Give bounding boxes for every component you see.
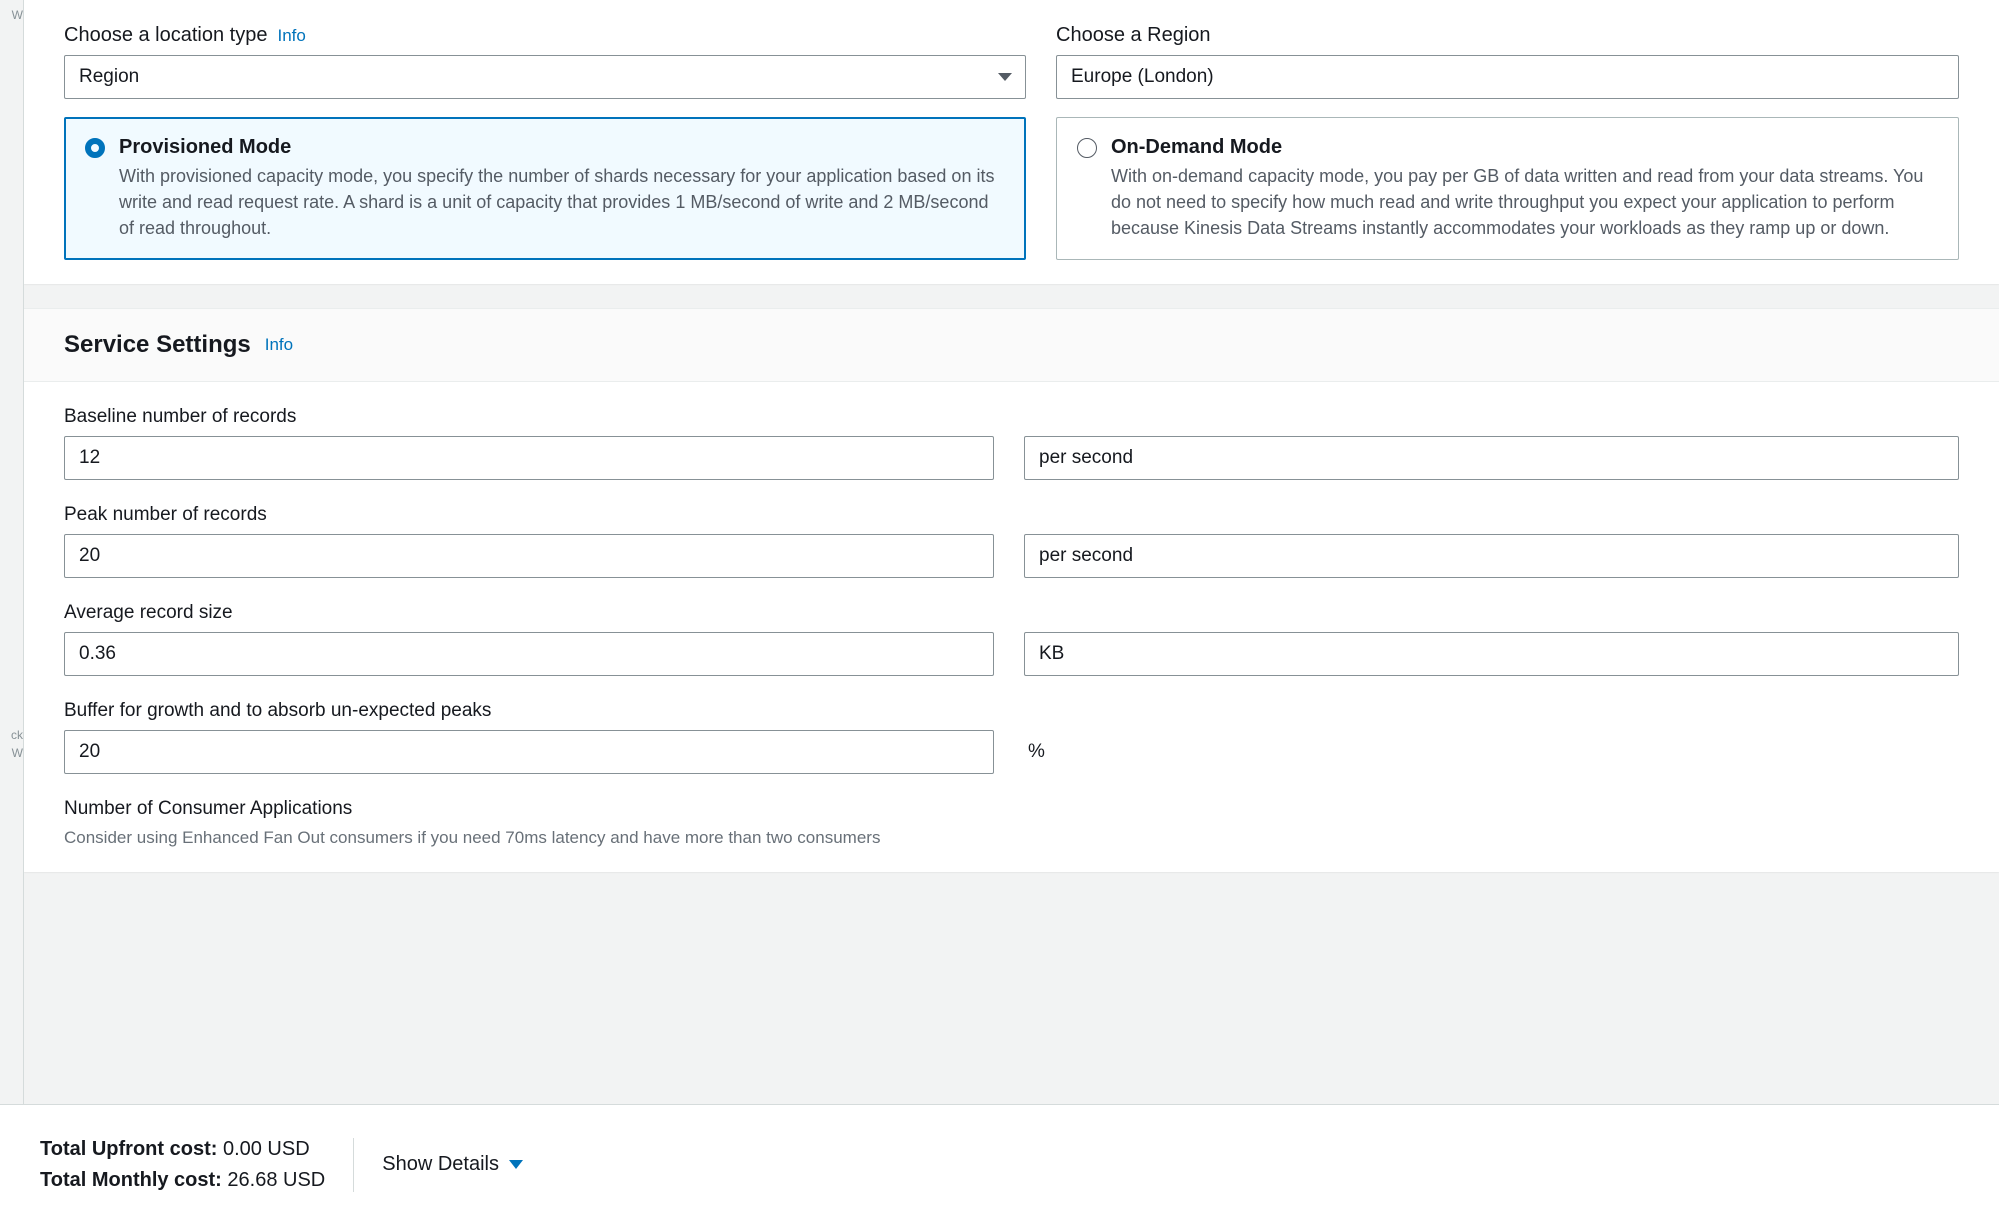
baseline-records-unit-select[interactable] bbox=[1024, 436, 1959, 480]
location-type-select[interactable] bbox=[64, 55, 1026, 99]
total-monthly-line: Total Monthly cost: 26.68 USD bbox=[40, 1169, 325, 1192]
ondemand-mode-card[interactable]: On-Demand Mode With on-demand capacity m… bbox=[1056, 117, 1959, 260]
chevron-down-icon bbox=[509, 1160, 523, 1169]
peak-records-unit-select[interactable] bbox=[1024, 534, 1959, 578]
cost-footer: Total Upfront cost: 0.00 USD Total Month… bbox=[0, 1104, 1999, 1224]
consumers-label: Number of Consumer Applications bbox=[64, 798, 1959, 820]
location-panel: Choose a location type Info Choose a Reg… bbox=[24, 0, 1999, 284]
radio-selected-icon bbox=[85, 138, 105, 158]
show-details-toggle[interactable]: Show Details bbox=[382, 1153, 523, 1176]
buffer-unit-label: % bbox=[1024, 741, 1045, 762]
location-type-label: Choose a location type Info bbox=[64, 24, 1026, 47]
avg-record-size-input[interactable] bbox=[64, 632, 994, 676]
peak-records-input[interactable] bbox=[64, 534, 994, 578]
region-label: Choose a Region bbox=[1056, 24, 1959, 47]
provisioned-mode-card[interactable]: Provisioned Mode With provisioned capaci… bbox=[64, 117, 1026, 260]
location-type-info-link[interactable]: Info bbox=[277, 26, 305, 46]
buffer-label: Buffer for growth and to absorb un-expec… bbox=[64, 700, 1959, 722]
service-settings-info-link[interactable]: Info bbox=[265, 335, 293, 355]
service-settings-title: Service Settings bbox=[64, 331, 251, 359]
service-settings-panel: Service Settings Info Baseline number of… bbox=[24, 308, 1999, 872]
provisioned-mode-title: Provisioned Mode bbox=[119, 136, 1005, 159]
ondemand-mode-title: On-Demand Mode bbox=[1111, 136, 1938, 159]
consumers-help-text: Consider using Enhanced Fan Out consumer… bbox=[64, 828, 1959, 848]
peak-records-label: Peak number of records bbox=[64, 504, 1959, 526]
avg-record-size-unit-select[interactable] bbox=[1024, 632, 1959, 676]
baseline-records-input[interactable] bbox=[64, 436, 994, 480]
buffer-input[interactable] bbox=[64, 730, 994, 774]
provisioned-mode-desc: With provisioned capacity mode, you spec… bbox=[119, 163, 1005, 241]
total-upfront-line: Total Upfront cost: 0.00 USD bbox=[40, 1138, 325, 1161]
main-content: Choose a location type Info Choose a Reg… bbox=[24, 0, 1999, 1104]
collapsed-sidebar: WckW bbox=[0, 0, 24, 1224]
avg-record-size-label: Average record size bbox=[64, 602, 1959, 624]
baseline-records-label: Baseline number of records bbox=[64, 406, 1959, 428]
region-select[interactable] bbox=[1056, 55, 1959, 99]
ondemand-mode-desc: With on-demand capacity mode, you pay pe… bbox=[1111, 163, 1938, 241]
radio-unselected-icon bbox=[1077, 138, 1097, 158]
